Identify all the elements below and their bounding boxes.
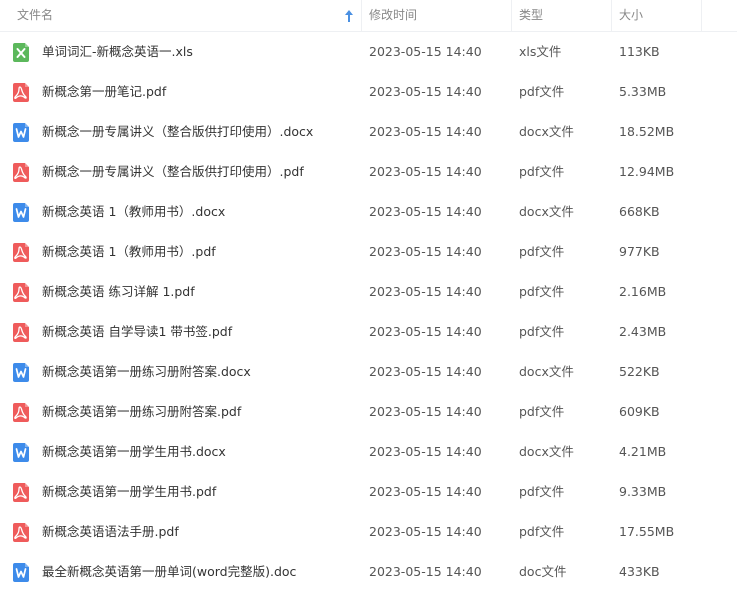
file-size: 609KB bbox=[619, 404, 660, 419]
file-type: docx文件 bbox=[519, 124, 574, 139]
file-type: docx文件 bbox=[519, 204, 574, 219]
file-row[interactable]: 新概念第一册笔记.pdf 2023-05-15 14:40 pdf文件 5.33MB bbox=[0, 72, 737, 112]
file-list-header: 文件名 修改时间 类型 大小 bbox=[0, 0, 737, 32]
file-name[interactable]: 最全新概念英语第一册单词(word完整版).doc bbox=[42, 552, 296, 592]
file-type: pdf文件 bbox=[519, 404, 565, 419]
file-name[interactable]: 新概念英语 练习详解 1.pdf bbox=[42, 272, 195, 312]
word-file-icon bbox=[13, 443, 31, 462]
file-row[interactable]: 新概念英语第一册练习册附答案.pdf 2023-05-15 14:40 pdf文件 6… bbox=[0, 392, 737, 432]
file-modified-time: 2023-05-15 14:40 bbox=[369, 524, 482, 539]
file-size: 17.55MB bbox=[619, 524, 675, 539]
file-size: 522KB bbox=[619, 364, 660, 379]
file-name[interactable]: 新概念一册专属讲义（整合版供打印使用）.docx bbox=[42, 112, 313, 152]
file-size: 977KB bbox=[619, 244, 660, 259]
file-type: pdf文件 bbox=[519, 324, 565, 339]
file-name[interactable]: 新概念英语语法手册.pdf bbox=[42, 512, 179, 552]
word-file-icon bbox=[13, 123, 31, 142]
file-row[interactable]: 新概念英语 1（教师用书）.pdf 2023-05-15 14:40 pdf文件 97… bbox=[0, 232, 737, 272]
file-row[interactable]: 新概念英语第一册学生用书.docx 2023-05-15 14:40 docx文件 4… bbox=[0, 432, 737, 472]
file-modified-time: 2023-05-15 14:40 bbox=[369, 44, 482, 59]
file-list: 单词词汇-新概念英语一.xls 2023-05-15 14:40 xls文件 113K… bbox=[0, 32, 737, 592]
word-file-icon bbox=[13, 203, 31, 222]
file-size: 12.94MB bbox=[619, 164, 675, 179]
file-modified-time: 2023-05-15 14:40 bbox=[369, 124, 482, 139]
file-name[interactable]: 新概念英语 自学导读1 带书签.pdf bbox=[42, 312, 232, 352]
file-row[interactable]: 新概念英语 1（教师用书）.docx 2023-05-15 14:40 docx文件… bbox=[0, 192, 737, 232]
file-size: 5.33MB bbox=[619, 84, 667, 99]
column-divider[interactable] bbox=[701, 0, 702, 31]
column-header-size[interactable]: 大小 bbox=[611, 0, 701, 31]
file-size: 433KB bbox=[619, 564, 660, 579]
file-row[interactable]: 新概念一册专属讲义（整合版供打印使用）.docx 2023-05-15 14:40… bbox=[0, 112, 737, 152]
file-name[interactable]: 新概念英语第一册学生用书.pdf bbox=[42, 472, 216, 512]
file-modified-time: 2023-05-15 14:40 bbox=[369, 84, 482, 99]
file-type: pdf文件 bbox=[519, 84, 565, 99]
file-size: 113KB bbox=[619, 44, 660, 59]
file-name[interactable]: 新概念英语第一册练习册附答案.docx bbox=[42, 352, 251, 392]
file-type: docx文件 bbox=[519, 444, 574, 459]
file-row[interactable]: 最全新概念英语第一册单词(word完整版).doc 2023-05-15 14:4… bbox=[0, 552, 737, 592]
file-modified-time: 2023-05-15 14:40 bbox=[369, 364, 482, 379]
file-modified-time: 2023-05-15 14:40 bbox=[369, 244, 482, 259]
file-type: pdf文件 bbox=[519, 284, 565, 299]
file-type: pdf文件 bbox=[519, 164, 565, 179]
file-size: 2.16MB bbox=[619, 284, 667, 299]
sort-ascending-arrow-icon[interactable] bbox=[344, 9, 354, 23]
word-file-icon bbox=[13, 363, 31, 382]
file-type: pdf文件 bbox=[519, 244, 565, 259]
file-name[interactable]: 新概念英语第一册学生用书.docx bbox=[42, 432, 226, 472]
file-type: pdf文件 bbox=[519, 524, 565, 539]
file-modified-time: 2023-05-15 14:40 bbox=[369, 324, 482, 339]
pdf-file-icon bbox=[13, 83, 31, 102]
file-size: 2.43MB bbox=[619, 324, 667, 339]
file-modified-time: 2023-05-15 14:40 bbox=[369, 564, 482, 579]
file-name[interactable]: 新概念英语 1（教师用书）.docx bbox=[42, 192, 225, 232]
file-size: 4.21MB bbox=[619, 444, 667, 459]
file-type: docx文件 bbox=[519, 364, 574, 379]
column-header-modified[interactable]: 修改时间 bbox=[361, 0, 511, 31]
pdf-file-icon bbox=[13, 283, 31, 302]
pdf-file-icon bbox=[13, 403, 31, 422]
pdf-file-icon bbox=[13, 483, 31, 502]
file-row[interactable]: 单词词汇-新概念英语一.xls 2023-05-15 14:40 xls文件 113K… bbox=[0, 32, 737, 72]
file-name[interactable]: 新概念一册专属讲义（整合版供打印使用）.pdf bbox=[42, 152, 304, 192]
file-name[interactable]: 新概念英语 1（教师用书）.pdf bbox=[42, 232, 216, 272]
file-type: xls文件 bbox=[519, 44, 562, 59]
pdf-file-icon bbox=[13, 523, 31, 542]
file-row[interactable]: 新概念英语第一册学生用书.pdf 2023-05-15 14:40 pdf文件 9.3… bbox=[0, 472, 737, 512]
pdf-file-icon bbox=[13, 323, 31, 342]
file-type: pdf文件 bbox=[519, 484, 565, 499]
file-row[interactable]: 新概念英语语法手册.pdf 2023-05-15 14:40 pdf文件 17.55M… bbox=[0, 512, 737, 552]
file-size: 18.52MB bbox=[619, 124, 675, 139]
word-file-icon bbox=[13, 563, 31, 582]
file-modified-time: 2023-05-15 14:40 bbox=[369, 484, 482, 499]
file-row[interactable]: 新概念一册专属讲义（整合版供打印使用）.pdf 2023-05-15 14:40 p… bbox=[0, 152, 737, 192]
file-row[interactable]: 新概念英语 自学导读1 带书签.pdf 2023-05-15 14:40 pdf文件… bbox=[0, 312, 737, 352]
file-modified-time: 2023-05-15 14:40 bbox=[369, 164, 482, 179]
file-modified-time: 2023-05-15 14:40 bbox=[369, 404, 482, 419]
file-name[interactable]: 新概念英语第一册练习册附答案.pdf bbox=[42, 392, 241, 432]
file-modified-time: 2023-05-15 14:40 bbox=[369, 284, 482, 299]
pdf-file-icon bbox=[13, 163, 31, 182]
file-name[interactable]: 新概念第一册笔记.pdf bbox=[42, 72, 166, 112]
file-type: doc文件 bbox=[519, 564, 567, 579]
file-modified-time: 2023-05-15 14:40 bbox=[369, 444, 482, 459]
column-header-name[interactable]: 文件名 bbox=[9, 0, 361, 31]
file-size: 668KB bbox=[619, 204, 660, 219]
file-name[interactable]: 单词词汇-新概念英语一.xls bbox=[42, 32, 193, 72]
file-row[interactable]: 新概念英语 练习详解 1.pdf 2023-05-15 14:40 pdf文件 2.1… bbox=[0, 272, 737, 312]
file-size: 9.33MB bbox=[619, 484, 667, 499]
excel-file-icon bbox=[13, 43, 31, 62]
column-header-type[interactable]: 类型 bbox=[511, 0, 611, 31]
file-row[interactable]: 新概念英语第一册练习册附答案.docx 2023-05-15 14:40 docx文… bbox=[0, 352, 737, 392]
file-modified-time: 2023-05-15 14:40 bbox=[369, 204, 482, 219]
pdf-file-icon bbox=[13, 243, 31, 262]
